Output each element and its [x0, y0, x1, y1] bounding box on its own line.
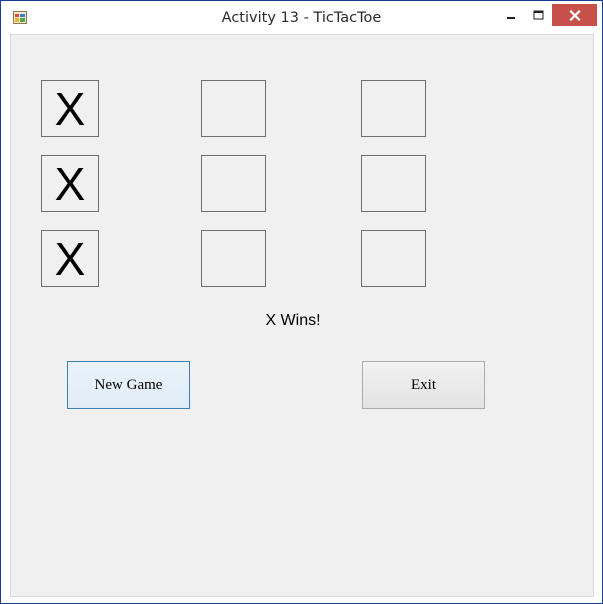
- maximize-icon: [533, 10, 543, 20]
- board-cell-r2-c2[interactable]: [201, 155, 266, 212]
- board-cell-r2-c1[interactable]: X: [41, 155, 99, 212]
- minimize-button[interactable]: [498, 4, 524, 26]
- board-cell-r1-c3[interactable]: [361, 80, 426, 137]
- game-status-label: X Wins!: [265, 312, 321, 329]
- board-cell-r3-c2[interactable]: [201, 230, 266, 287]
- new-game-button[interactable]: New Game: [67, 361, 190, 409]
- app-window: Activity 13 - TicTacToe X X X X Wins! Ne…: [0, 0, 603, 604]
- board-cell-r1-c1[interactable]: X: [41, 80, 99, 137]
- exit-button[interactable]: Exit: [362, 361, 485, 409]
- maximize-button[interactable]: [525, 4, 551, 26]
- title-bar[interactable]: Activity 13 - TicTacToe: [1, 1, 602, 34]
- board-cell-r2-c3[interactable]: [361, 155, 426, 212]
- form-client-area: X X X X Wins! New Game Exit: [10, 34, 594, 597]
- board-cell-r3-c1[interactable]: X: [41, 230, 99, 287]
- board-cell-r3-c3[interactable]: [361, 230, 426, 287]
- close-icon: [568, 9, 581, 21]
- close-button[interactable]: [552, 4, 597, 26]
- minimize-icon: [507, 17, 515, 19]
- board-cell-r1-c2[interactable]: [201, 80, 266, 137]
